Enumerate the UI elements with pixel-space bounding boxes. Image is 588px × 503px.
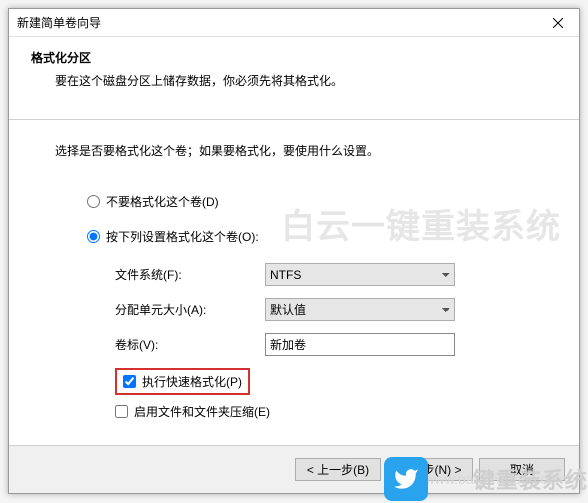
checkbox-compression-label: 启用文件和文件夹压缩(E) — [134, 403, 270, 420]
allocunit-select[interactable]: 默认值 — [265, 298, 455, 321]
checkbox-quickformat[interactable]: 执行快速格式化(P) — [123, 373, 242, 390]
bird-icon — [393, 466, 419, 492]
checkbox-quickformat-label: 执行快速格式化(P) — [142, 373, 242, 390]
radio-no-format-label: 不要格式化这个卷(D) — [106, 193, 219, 210]
checkbox-compression-input[interactable] — [115, 405, 128, 418]
instruction-text: 选择是否要格式化这个卷；如果要格式化，要使用什么设置。 — [31, 142, 557, 159]
radio-format-with-label: 按下列设置格式化这个卷(O): — [106, 228, 259, 245]
close-icon — [553, 18, 563, 28]
titlebar: 新建简单卷向导 — [9, 9, 579, 37]
dialog-body: 格式化分区 要在这个磁盘分区上储存数据，你必须先将其格式化。 白云一键重装系统 … — [9, 37, 579, 420]
volumelabel-row: 卷标(V): — [115, 333, 557, 356]
volumelabel-input[interactable] — [265, 333, 455, 356]
page-heading: 格式化分区 — [31, 49, 557, 66]
format-fields: 文件系统(F): NTFS 分配单元大小(A): 默认值 卷标(V): 执行快速… — [87, 263, 557, 420]
back-button[interactable]: < 上一步(B) — [295, 458, 381, 481]
format-options: 不要格式化这个卷(D) 按下列设置格式化这个卷(O): 文件系统(F): NTF… — [31, 193, 557, 420]
page-description: 要在这个磁盘分区上储存数据，你必须先将其格式化。 — [31, 72, 557, 89]
quickformat-highlight: 执行快速格式化(P) — [115, 368, 250, 395]
wizard-dialog: 新建简单卷向导 格式化分区 要在这个磁盘分区上储存数据，你必须先将其格式化。 白… — [8, 8, 580, 494]
allocunit-row: 分配单元大小(A): 默认值 — [115, 298, 557, 321]
volumelabel-label: 卷标(V): — [115, 336, 265, 353]
close-button[interactable] — [537, 9, 579, 37]
filesystem-label: 文件系统(F): — [115, 266, 265, 283]
dialog-footer: < 上一步(B) 下一步(N) > 取消 — [9, 445, 579, 493]
radio-no-format-input[interactable] — [87, 195, 100, 208]
checkbox-compression[interactable]: 启用文件和文件夹压缩(E) — [115, 403, 557, 420]
overlay-logo — [384, 457, 428, 501]
cancel-button[interactable]: 取消 — [479, 458, 565, 481]
checkbox-quickformat-input[interactable] — [123, 375, 136, 388]
filesystem-select[interactable]: NTFS — [265, 263, 455, 286]
separator — [9, 119, 579, 120]
window-title: 新建简单卷向导 — [9, 14, 101, 31]
radio-format-with[interactable]: 按下列设置格式化这个卷(O): — [87, 228, 557, 245]
filesystem-row: 文件系统(F): NTFS — [115, 263, 557, 286]
allocunit-label: 分配单元大小(A): — [115, 301, 265, 318]
radio-format-with-input[interactable] — [87, 230, 100, 243]
radio-no-format[interactable]: 不要格式化这个卷(D) — [87, 193, 557, 210]
